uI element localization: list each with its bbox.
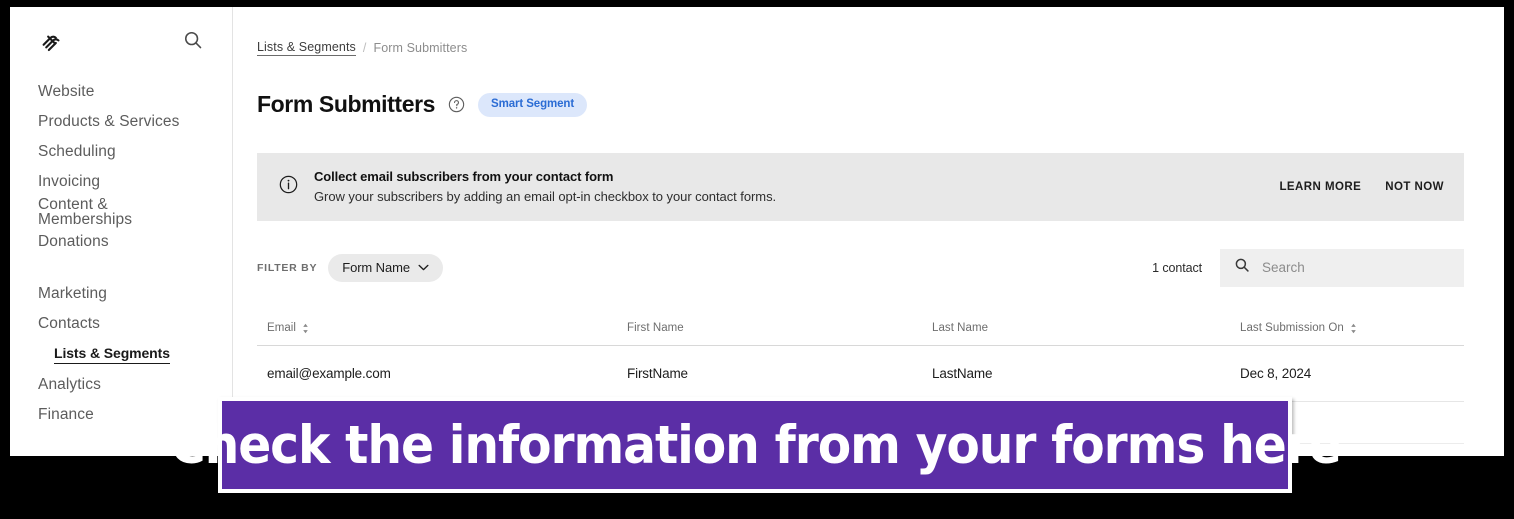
sidebar-group-secondary: Marketing Contacts Lists & Segments Anal… — [10, 279, 232, 430]
notice-banner: Collect email subscribers from your cont… — [257, 152, 1464, 221]
annotation-callout: Check the information from your forms he… — [170, 397, 1341, 493]
squarespace-logo-icon[interactable] — [38, 28, 66, 56]
main-content: Lists & Segments / Form Submitters Form … — [233, 7, 1504, 456]
filter-by-label: FILTER BY — [257, 261, 318, 274]
sidebar-item-label: Scheduling — [38, 143, 116, 161]
sidebar-search-icon[interactable] — [182, 29, 204, 56]
sidebar-item-content-and-memberships[interactable]: Content & Memberships — [10, 195, 232, 228]
search-box[interactable] — [1220, 248, 1464, 287]
cell-email: email@example.com — [267, 365, 391, 381]
not-now-button[interactable]: NOT NOW — [1385, 181, 1444, 193]
sidebar-item-label: Contacts — [38, 315, 100, 333]
filter-pill-label: Form Name — [342, 260, 410, 276]
sidebar-subitem-label: Lists & Segments — [54, 345, 170, 364]
chevron-down-icon — [418, 264, 429, 271]
breadcrumb-separator: / — [362, 41, 367, 55]
sidebar-item-scheduling[interactable]: Scheduling — [10, 137, 232, 167]
sort-arrows-icon — [302, 323, 309, 334]
table-header-row: Email First Name Last Name Last Submissi… — [257, 312, 1464, 346]
table-row[interactable]: email@example.com FirstName LastName Dec… — [257, 346, 1464, 402]
sidebar-item-products-and-services[interactable]: Products & Services — [10, 107, 232, 137]
cell-first-name: FirstName — [627, 365, 688, 381]
sidebar-item-label: Invoicing — [38, 173, 101, 191]
sidebar-item-label: Donations — [38, 233, 109, 251]
sidebar-item-label: Finance — [38, 406, 94, 424]
sidebar-item-website[interactable]: Website — [10, 77, 232, 107]
screenshot-root: Website Products & Services Scheduling I… — [0, 0, 1514, 519]
sidebar-group-primary: Website Products & Services Scheduling I… — [10, 77, 232, 257]
sidebar-item-marketing[interactable]: Marketing — [10, 279, 232, 309]
sidebar-item-analytics[interactable]: Analytics — [10, 370, 232, 400]
breadcrumb-current: Form Submitters — [373, 41, 468, 55]
notice-text: Collect email subscribers from your cont… — [314, 169, 1259, 205]
column-header-last-submission-on[interactable]: Last Submission On — [1240, 322, 1464, 334]
contact-count: 1 contact — [1152, 260, 1202, 275]
breadcrumb: Lists & Segments / Form Submitters — [257, 40, 1464, 56]
sort-arrows-icon — [1350, 323, 1357, 334]
column-header-last-name: Last Name — [932, 322, 1240, 334]
column-header-label: Email — [267, 322, 297, 335]
column-header-label: Last Name — [932, 322, 989, 335]
notice-actions: LEARN MORE NOT NOW — [1279, 181, 1444, 193]
notice-title: Collect email subscribers from your cont… — [314, 168, 614, 184]
sidebar-item-label: Products & Services — [38, 113, 180, 131]
sidebar-item-contacts[interactable]: Contacts — [10, 309, 232, 339]
sidebar-item-label: Content & Memberships — [38, 195, 133, 228]
column-header-email[interactable]: Email — [257, 322, 627, 334]
sidebar-item-donations[interactable]: Donations — [10, 227, 232, 257]
page-title: Form Submitters — [257, 91, 436, 118]
page-header: Form Submitters Smart Segment — [257, 78, 1464, 132]
learn-more-button[interactable]: LEARN MORE — [1279, 181, 1361, 193]
notice-subtitle: Grow your subscribers by adding an email… — [314, 189, 777, 205]
question-circle-icon[interactable] — [448, 96, 465, 113]
sidebar-item-label: Marketing — [38, 285, 107, 303]
column-header-label: Last Submission On — [1240, 322, 1344, 335]
sidebar-item-label: Analytics — [38, 376, 101, 394]
sidebar-item-label: Website — [38, 83, 95, 101]
info-circle-icon — [279, 175, 314, 199]
app-window: Website Products & Services Scheduling I… — [10, 7, 1504, 456]
status-badge: Smart Segment — [478, 92, 588, 118]
annotation-text: Check the information from your forms he… — [169, 414, 1342, 476]
search-input[interactable] — [1262, 260, 1450, 276]
cell-last-submission-on: Dec 8, 2024 — [1240, 365, 1312, 381]
column-header-first-name: First Name — [627, 322, 932, 334]
sidebar-header — [10, 7, 232, 77]
filter-form-name-dropdown[interactable]: Form Name — [328, 253, 443, 282]
search-icon — [1234, 257, 1262, 278]
breadcrumb-parent-link[interactable]: Lists & Segments — [257, 40, 356, 56]
cell-last-name: LastName — [932, 365, 993, 381]
filter-toolbar: FILTER BY Form Name 1 contact — [257, 248, 1464, 287]
column-header-label: First Name — [627, 322, 684, 335]
sidebar: Website Products & Services Scheduling I… — [10, 7, 233, 456]
sidebar-item-lists-and-segments[interactable]: Lists & Segments — [10, 339, 232, 370]
sidebar-item-invoicing[interactable]: Invoicing — [10, 167, 232, 197]
